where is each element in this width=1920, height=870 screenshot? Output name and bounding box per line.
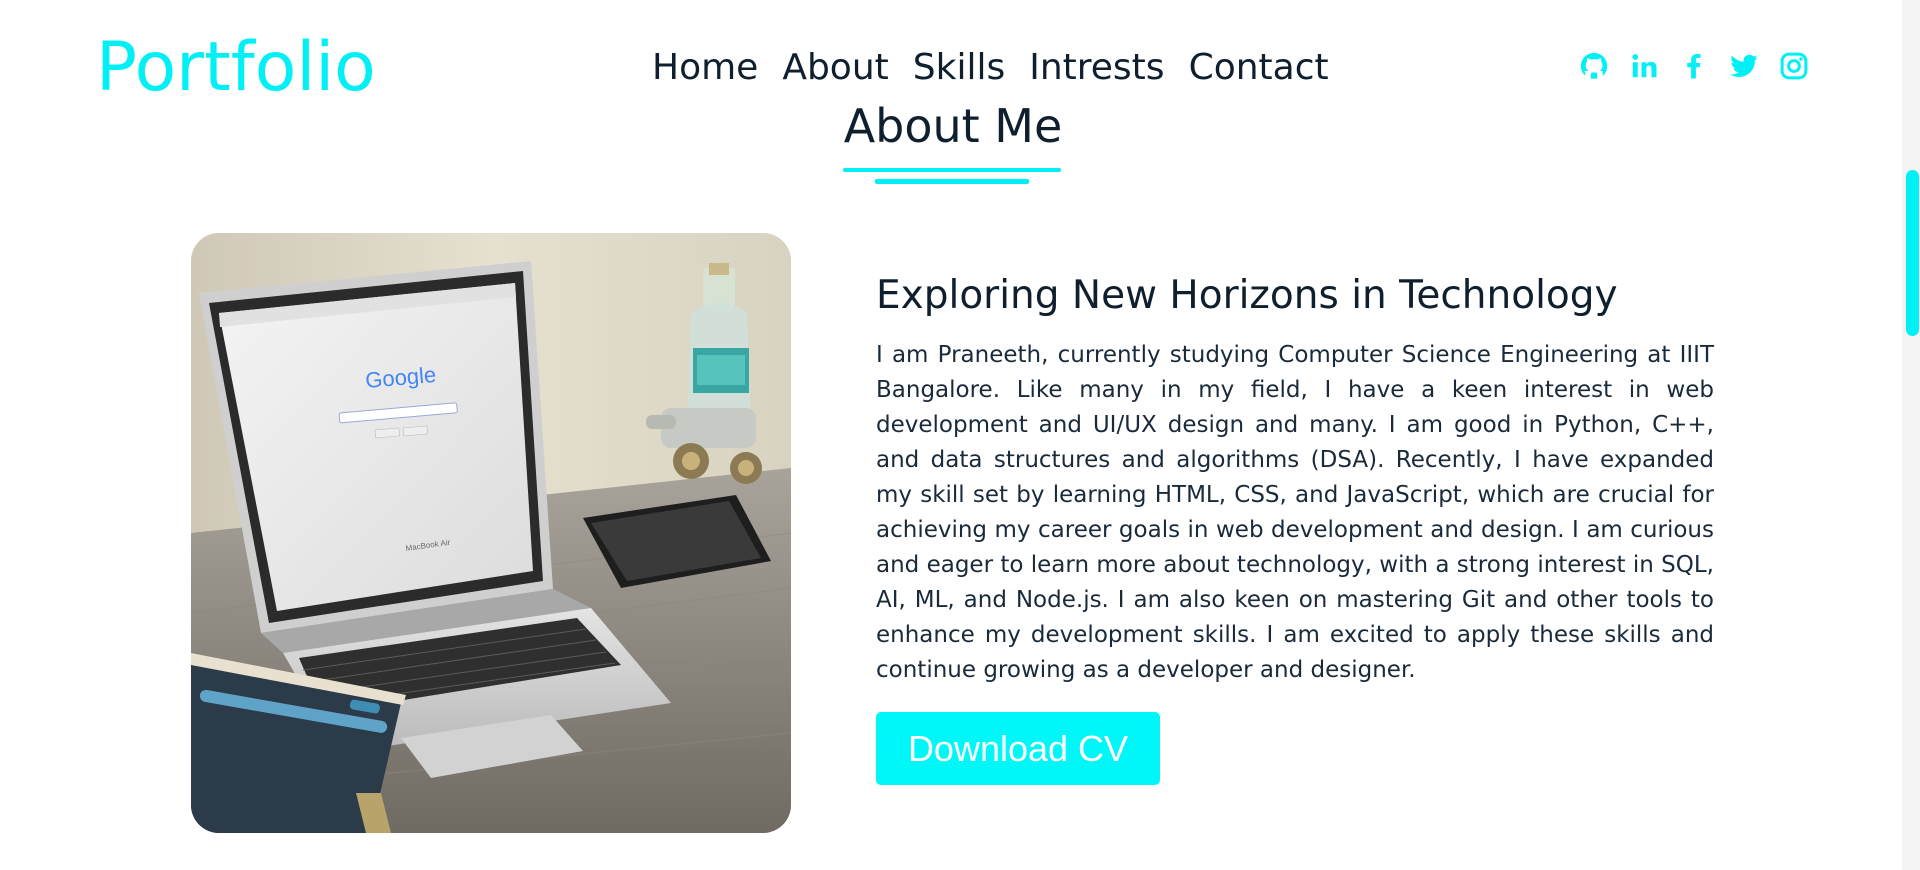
nav-about[interactable]: About — [782, 44, 888, 92]
download-cv-button[interactable]: Download CV — [876, 712, 1160, 785]
github-icon[interactable] — [1578, 50, 1610, 82]
social-links — [1578, 50, 1810, 82]
title-underline — [843, 168, 1061, 172]
twitter-icon[interactable] — [1728, 50, 1760, 82]
instagram-icon[interactable] — [1778, 50, 1810, 82]
title-underline-short — [875, 179, 1029, 184]
about-photo: Google MacBook Air — [191, 233, 791, 833]
nav-skills[interactable]: Skills — [913, 44, 1005, 92]
scrollbar-thumb[interactable] — [1906, 170, 1919, 336]
linkedin-icon[interactable] — [1628, 50, 1660, 82]
nav-intrests[interactable]: Intrests — [1029, 44, 1164, 92]
main-nav: Home About Skills Intrests Contact — [652, 44, 1329, 92]
nav-home[interactable]: Home — [652, 44, 758, 92]
about-description: I am Praneeth, currently studying Comput… — [876, 342, 1714, 683]
section-title: About Me — [843, 99, 1063, 153]
about-subtitle: Exploring New Horizons in Technology — [876, 273, 1618, 318]
portfolio-page: Portfolio Home About Skills Intrests Con… — [0, 0, 1920, 870]
scrollbar-track[interactable] — [1902, 0, 1920, 870]
nav-contact[interactable]: Contact — [1189, 44, 1329, 92]
facebook-icon[interactable] — [1678, 50, 1710, 82]
